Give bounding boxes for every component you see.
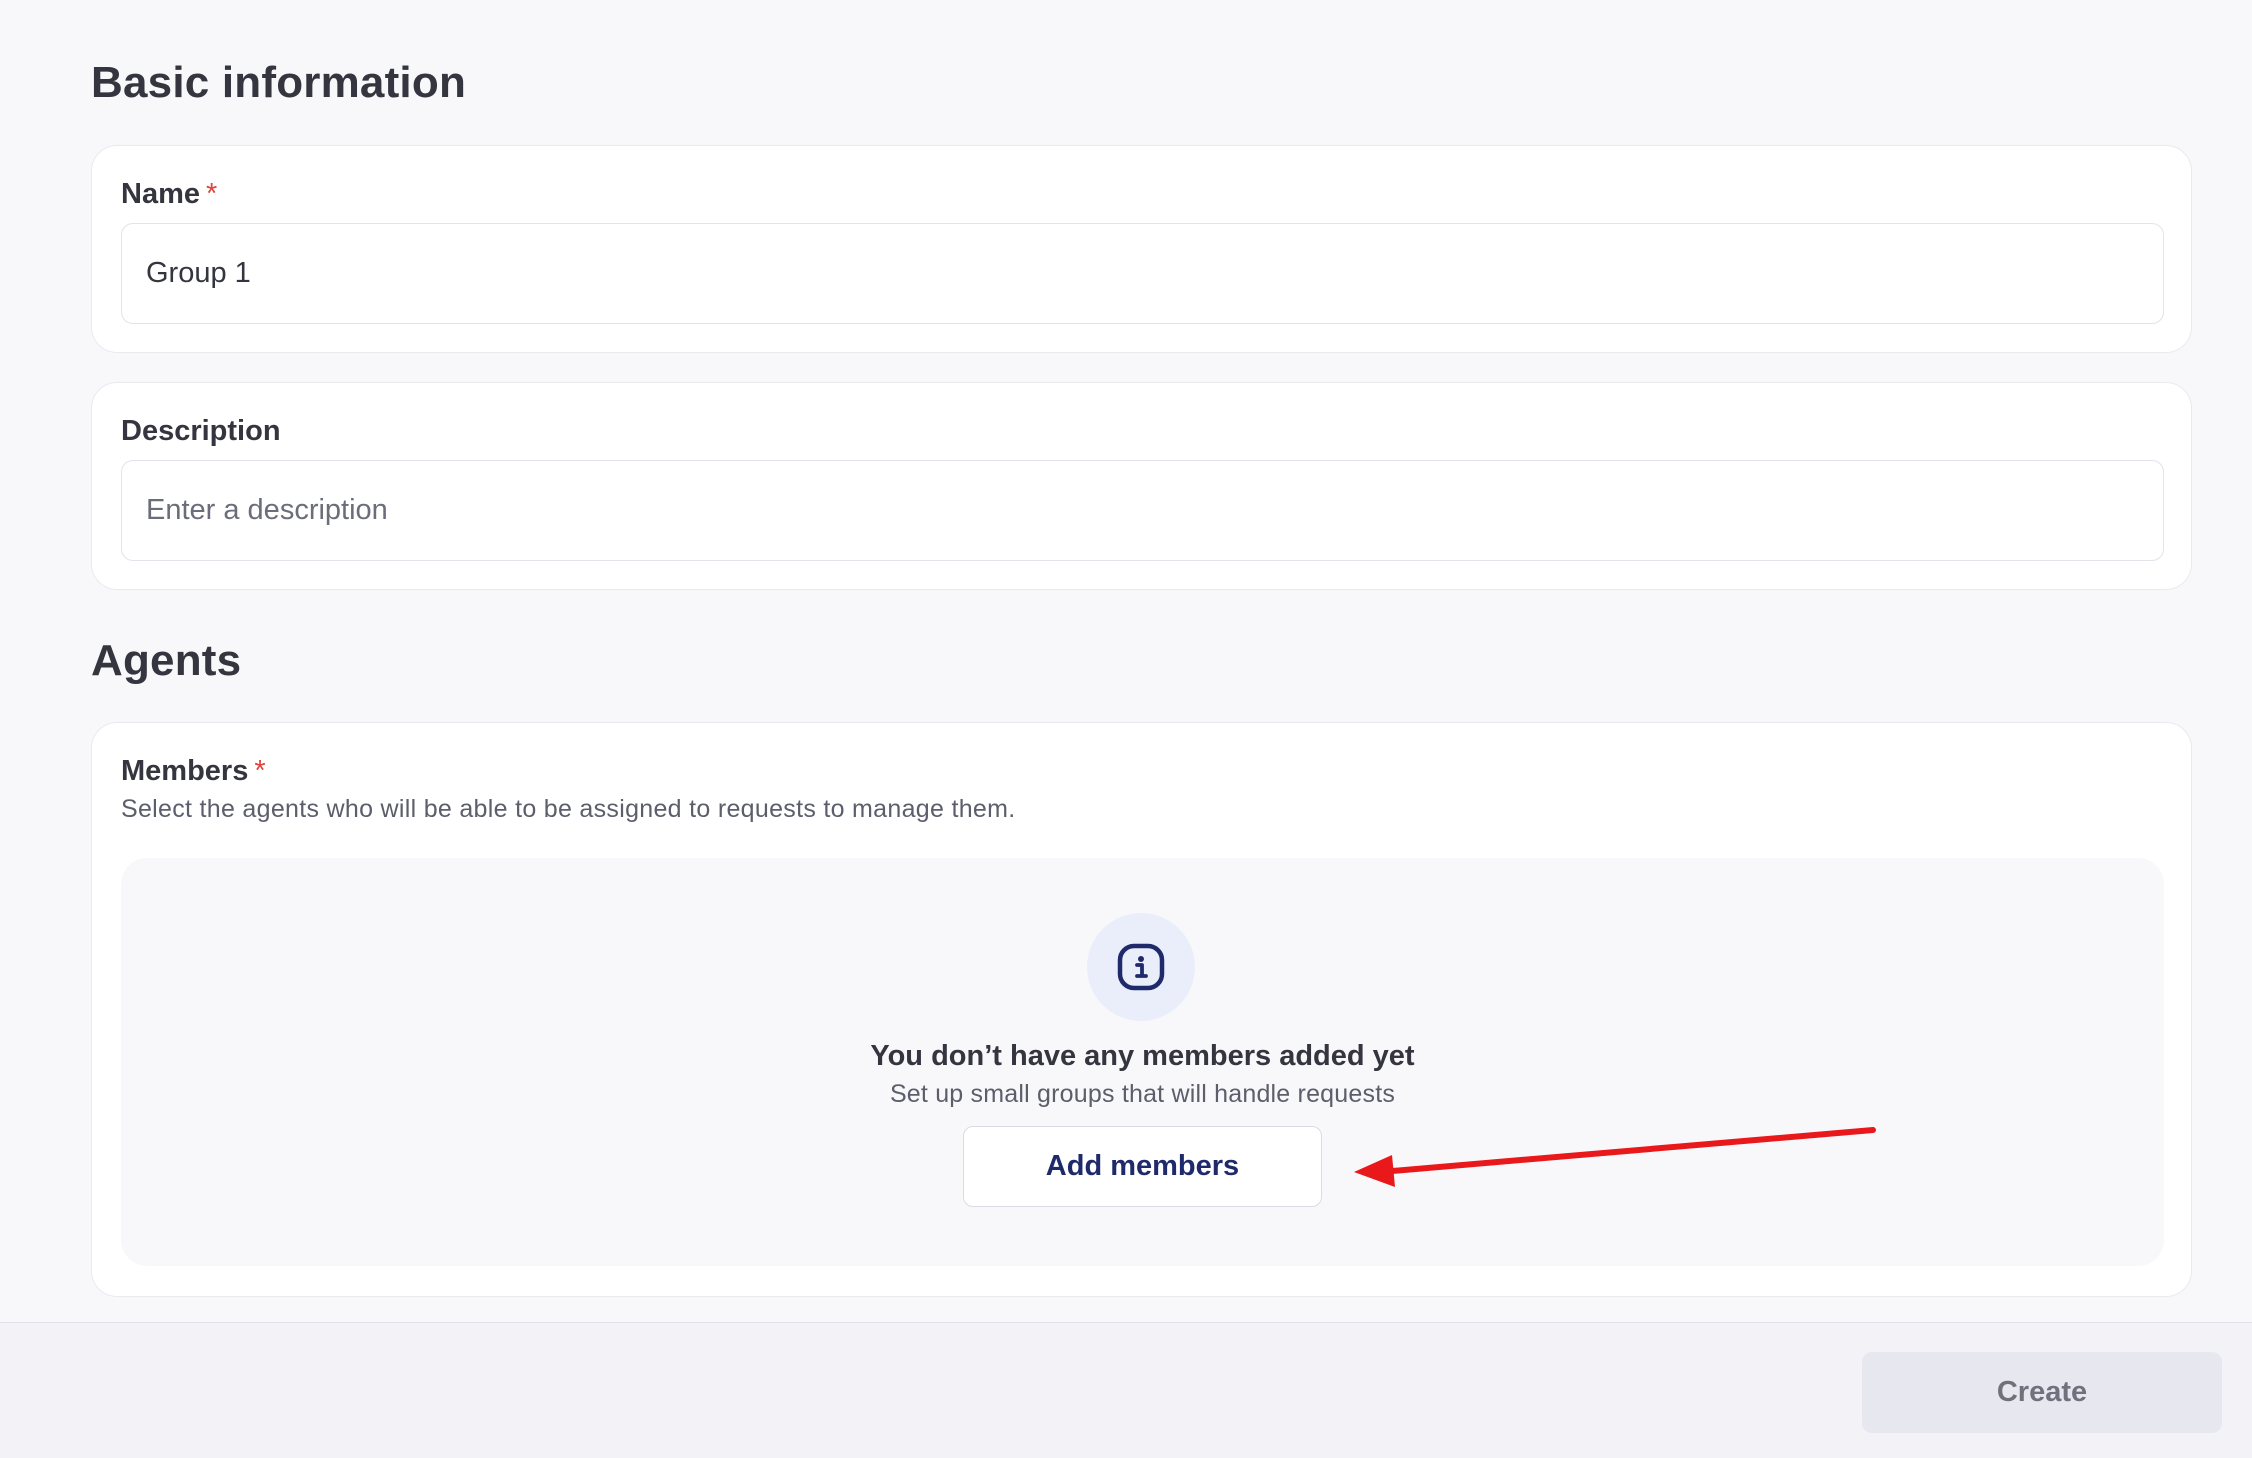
name-required-marker: * xyxy=(206,178,218,210)
name-input[interactable] xyxy=(121,223,2164,324)
members-empty-state: You don’t have any members added yet Set… xyxy=(121,858,2164,1266)
agents-heading: Agents xyxy=(91,636,242,685)
members-label: Members * xyxy=(121,755,266,788)
create-button[interactable]: Create xyxy=(1862,1352,2222,1433)
footer-bar: Create xyxy=(0,1322,2252,1458)
name-card: Name * xyxy=(91,145,2192,353)
group-form-page: Basic information Name* Description Agen… xyxy=(0,0,2252,1322)
name-label: Name * xyxy=(121,178,217,211)
info-icon xyxy=(1117,943,1165,991)
members-hint: Select the agents who will be able to be… xyxy=(121,795,1016,823)
empty-state-subtitle: Set up small groups that will handle req… xyxy=(889,1080,1396,1108)
members-required-marker: * xyxy=(254,755,266,787)
info-icon-badge xyxy=(1087,913,1195,1021)
basic-information-heading: Basic information xyxy=(91,58,467,107)
description-input[interactable] xyxy=(121,460,2164,561)
name-label-text: Name xyxy=(121,178,200,210)
add-members-button[interactable]: Add members xyxy=(963,1126,1322,1207)
members-card: Members * Select the agents who will be a… xyxy=(91,722,2192,1297)
description-label: Description xyxy=(121,415,281,447)
empty-state-title: You don’t have any members added yet xyxy=(870,1040,1415,1072)
members-label-text: Members xyxy=(121,755,249,787)
description-card: Description xyxy=(91,382,2192,590)
